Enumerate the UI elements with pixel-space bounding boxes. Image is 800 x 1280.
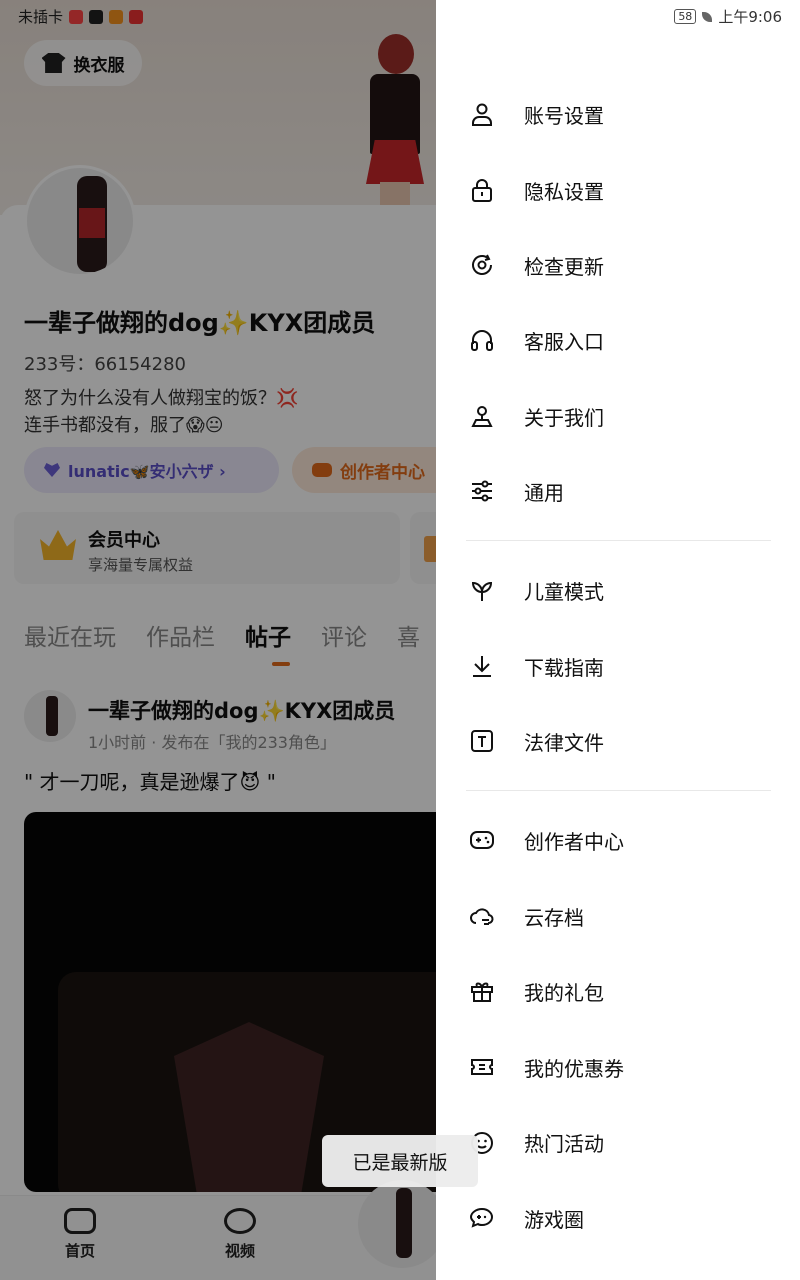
power-saving-icon — [702, 11, 713, 22]
menu-label: 检查更新 — [524, 254, 604, 279]
menu-hot-events[interactable]: 热门活动 — [436, 1112, 800, 1172]
status-bar-right: 58 上午9:06 — [674, 6, 782, 27]
menu-label: 儿童模式 — [524, 579, 604, 604]
menu-label: 下载指南 — [524, 655, 604, 680]
menu-download-guide[interactable]: 下载指南 — [436, 636, 800, 696]
menu-divider — [466, 790, 771, 791]
menu-label: 通用 — [524, 480, 564, 505]
menu-label: 我的优惠券 — [524, 1056, 624, 1081]
headset-icon — [471, 330, 493, 351]
sliders-icon — [472, 480, 492, 502]
menu-kids-mode[interactable]: 儿童模式 — [436, 560, 800, 620]
menu-about-us[interactable]: 关于我们 — [436, 386, 800, 446]
menu-legal-documents[interactable]: 法律文件 — [436, 711, 800, 771]
gamepad-icon — [470, 831, 494, 849]
menu-general[interactable]: 通用 — [436, 461, 800, 521]
chat-game-icon — [470, 1207, 494, 1228]
menu-creator-center[interactable]: 创作者中心 — [436, 810, 800, 870]
lock-icon — [472, 179, 492, 202]
menu-check-update[interactable]: 检查更新 — [436, 235, 800, 295]
ticket-icon — [471, 1059, 493, 1075]
settings-drawer: 58 上午9:06 账号设置 隐私设置 检查更新 客服入口 关于我们 通用 儿童… — [436, 0, 800, 1280]
toast-message: 已是最新版 — [322, 1135, 478, 1187]
menu-cloud-save[interactable]: 云存档 — [436, 886, 800, 946]
menu-my-gift-pack[interactable]: 我的礼包 — [436, 961, 800, 1021]
sprout-icon — [471, 581, 493, 601]
menu-label: 关于我们 — [524, 405, 604, 430]
refresh-icon — [472, 254, 492, 275]
menu-label: 热门活动 — [524, 1131, 604, 1156]
menu-label: 隐私设置 — [524, 179, 604, 204]
menu-label: 法律文件 — [524, 730, 604, 755]
menu-label: 云存档 — [524, 905, 584, 930]
menu-game-circle[interactable]: 游戏圈 — [436, 1188, 800, 1248]
battery-icon: 58 — [674, 9, 697, 24]
drawer-scrim[interactable] — [0, 0, 436, 1280]
document-icon — [471, 730, 493, 752]
menu-my-coupons[interactable]: 我的优惠券 — [436, 1037, 800, 1097]
menu-label: 游戏圈 — [524, 1207, 584, 1232]
clock: 上午9:06 — [718, 8, 782, 26]
menu-account-settings[interactable]: 账号设置 — [436, 84, 800, 144]
menu-privacy-settings[interactable]: 隐私设置 — [436, 160, 800, 220]
cloud-icon — [470, 908, 494, 925]
download-icon — [473, 656, 491, 677]
menu-label: 我的礼包 — [524, 980, 604, 1005]
gift-icon — [471, 982, 493, 1002]
menu-label: 账号设置 — [524, 103, 604, 128]
menu-label: 创作者中心 — [524, 829, 624, 854]
about-icon — [471, 406, 493, 427]
user-icon — [472, 103, 492, 126]
menu-label: 客服入口 — [524, 329, 604, 354]
menu-customer-service[interactable]: 客服入口 — [436, 310, 800, 370]
menu-divider — [466, 540, 771, 541]
